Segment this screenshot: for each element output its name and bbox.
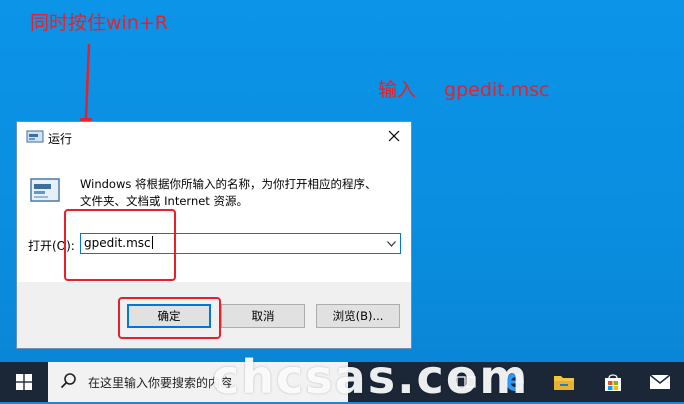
browse-button[interactable]: 浏览(B)... [316, 304, 400, 328]
highlight-ok-box [118, 297, 221, 339]
file-explorer-icon [554, 376, 574, 390]
search-placeholder: 在这里输入你要搜索的内容 [88, 376, 233, 390]
store-icon [605, 374, 621, 391]
run-icon [26, 130, 44, 143]
description-line-2: 文件夹、文档或 Internet 资源。 [80, 194, 248, 208]
highlight-input-box [64, 209, 176, 281]
close-icon [388, 130, 400, 142]
dialog-description: Windows 将根据你所输入的名称，为你打开相应的程序、 文件夹、文档或 In… [80, 176, 400, 210]
chevron-down-icon [386, 241, 396, 247]
cancel-button[interactable]: 取消 [221, 304, 305, 328]
combo-dropdown-button[interactable] [384, 237, 398, 251]
mail-button[interactable] [636, 362, 684, 402]
start-button[interactable] [0, 362, 48, 402]
close-button[interactable] [377, 122, 411, 150]
dialog-titlebar[interactable]: 运行 [17, 122, 411, 152]
mail-icon [649, 374, 671, 389]
search-icon [60, 373, 76, 389]
store-button[interactable] [589, 362, 637, 402]
windows-icon [16, 374, 32, 390]
watermark-text: chcsas.com [212, 350, 530, 404]
file-explorer-button[interactable] [540, 362, 588, 402]
run-program-icon [30, 178, 60, 202]
description-line-1: Windows 将根据你所输入的名称，为你打开相应的程序、 [80, 177, 377, 191]
dialog-title: 运行 [48, 132, 73, 146]
